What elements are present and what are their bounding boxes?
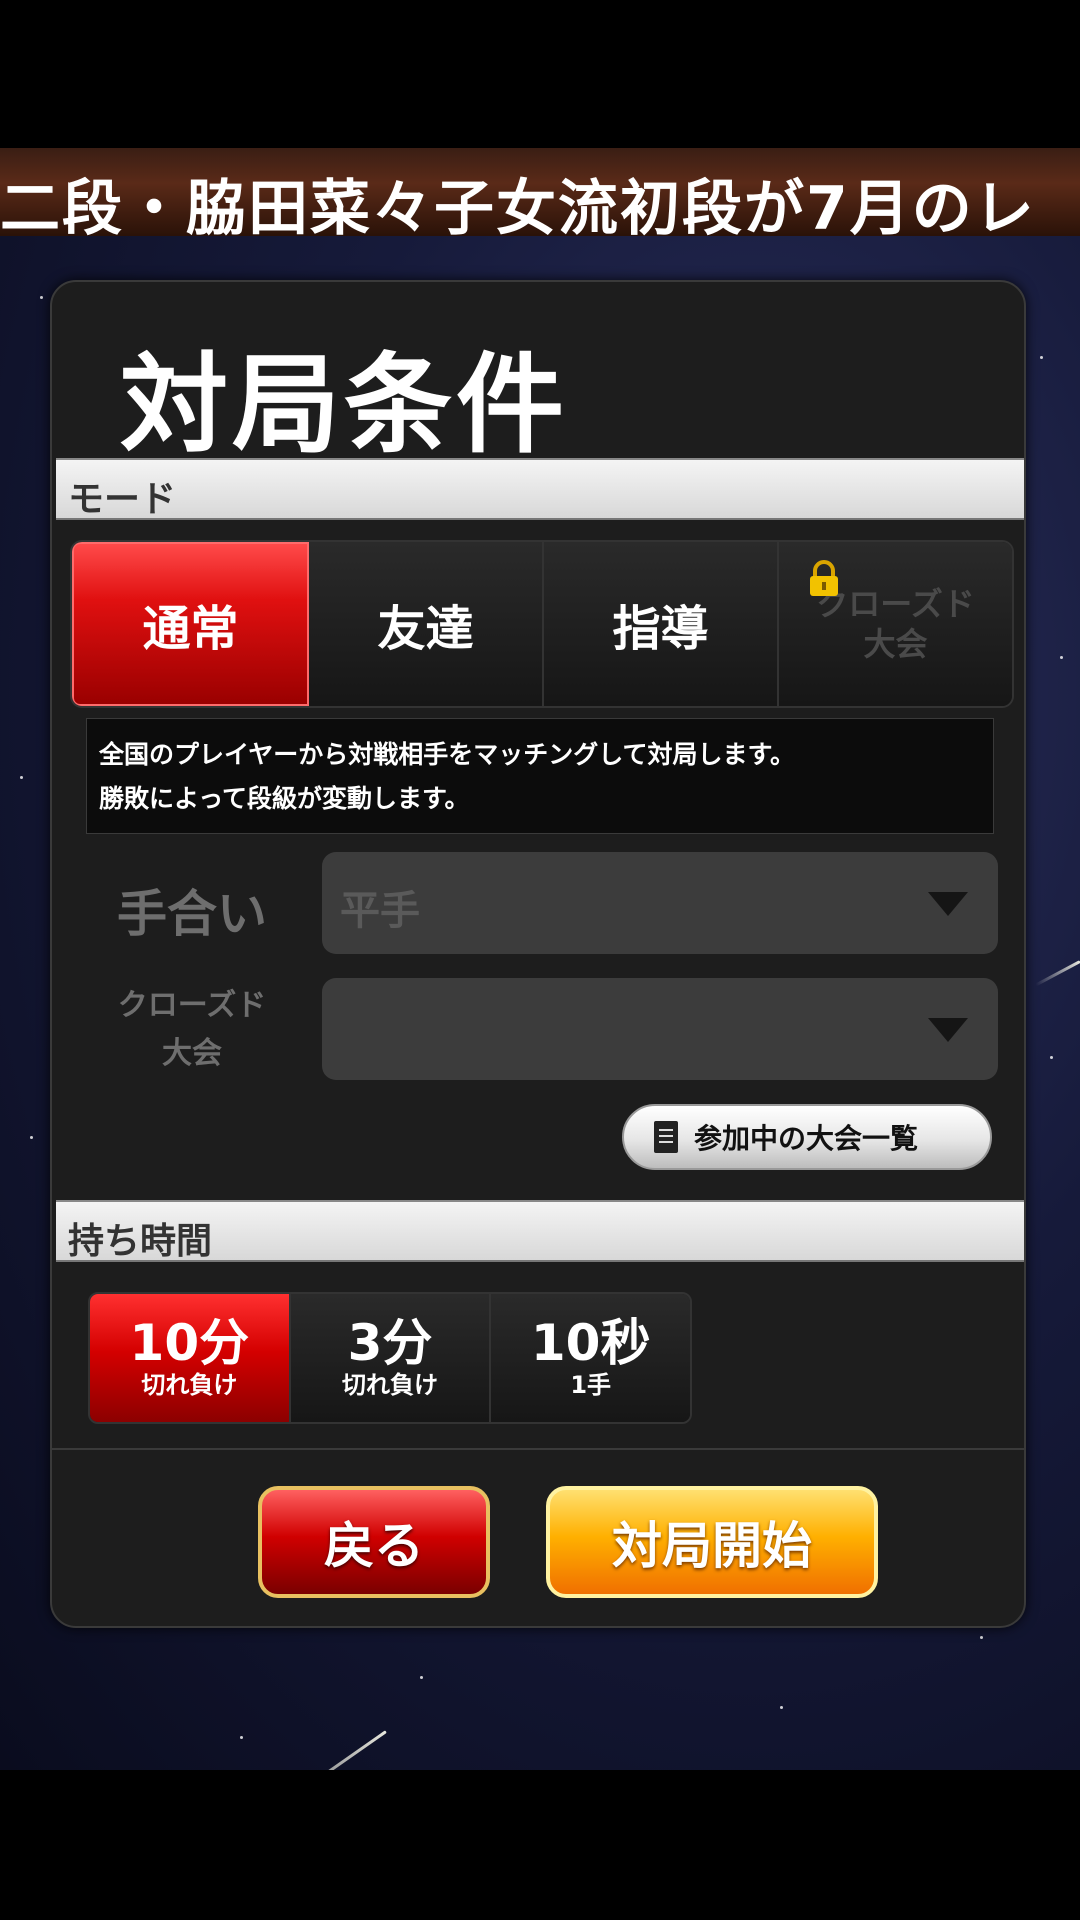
mode-friend-label: 友達 <box>377 601 474 657</box>
mode-friend-button[interactable]: 友達 <box>309 542 544 706</box>
time-option-main: 10分 <box>129 1314 250 1372</box>
closed-tournament-label: クローズド 大会 <box>92 982 292 1078</box>
news-ticker[interactable]: 二段・脇田菜々子女流初段が7月のレ <box>0 148 1080 236</box>
meteor-trail <box>1035 960 1080 987</box>
time-option-sub: 1手 <box>570 1371 612 1399</box>
time-option-sub: 切れ負け <box>342 1371 438 1399</box>
description-line: 勝敗によって段級が変動します。 <box>99 784 470 813</box>
closed-tournament-label-line1: クローズド <box>117 988 267 1023</box>
mode-closed-label-line2: 大会 <box>863 625 928 663</box>
handicap-value: 平手 <box>340 888 420 934</box>
mode-section-header: モード <box>56 458 1024 520</box>
handicap-select[interactable]: 平手 <box>322 852 998 954</box>
tournament-list-label: 参加中の大会一覧 <box>694 1122 919 1155</box>
time-section-label: 持ち時間 <box>68 1221 213 1262</box>
ticker-text: 二段・脇田菜々子女流初段が7月のレ <box>0 174 1036 236</box>
page-title: 対局条件 <box>120 343 569 468</box>
time-control-selector: 10分 切れ負け 3分 切れ負け 10秒 1手 <box>88 1292 692 1424</box>
mode-normal-label: 通常 <box>142 601 239 657</box>
tournament-list-button[interactable]: 参加中の大会一覧 <box>622 1104 992 1170</box>
back-button[interactable]: 戻る <box>258 1486 490 1598</box>
chevron-down-icon <box>928 1018 968 1042</box>
time-section-header: 持ち時間 <box>56 1200 1024 1262</box>
mode-lesson-button[interactable]: 指導 <box>544 542 779 706</box>
handicap-label: 手合い <box>117 885 267 943</box>
time-option-main: 10秒 <box>530 1314 651 1372</box>
match-conditions-panel: 対局条件 モード 通常 友達 指導 クローズド 大会 全国のプレイヤーから対戦相… <box>50 280 1026 1628</box>
closed-tournament-select[interactable] <box>322 978 998 1080</box>
divider <box>52 1448 1024 1450</box>
time-option-10sec[interactable]: 10秒 1手 <box>491 1294 690 1422</box>
closed-tournament-label-line2: 大会 <box>162 1036 222 1071</box>
lock-icon <box>810 560 838 596</box>
chevron-down-icon <box>928 892 968 916</box>
time-option-main: 3分 <box>347 1314 433 1372</box>
mode-normal-button[interactable]: 通常 <box>72 542 309 706</box>
description-line: 全国のプレイヤーから対戦相手をマッチングして対局します。 <box>99 740 796 769</box>
mode-description: 全国のプレイヤーから対戦相手をマッチングして対局します。 勝敗によって段級が変動… <box>86 718 994 834</box>
mode-closed-tournament-button[interactable]: クローズド 大会 <box>779 542 1012 706</box>
time-option-sub: 切れ負け <box>141 1371 238 1399</box>
time-option-10min[interactable]: 10分 切れ負け <box>90 1294 291 1422</box>
document-icon <box>654 1121 678 1153</box>
start-match-button[interactable]: 対局開始 <box>546 1486 878 1598</box>
mode-selector: 通常 友達 指導 クローズド 大会 <box>70 540 1014 708</box>
mode-section-label: モード <box>68 479 177 520</box>
meteor-trail <box>221 1730 387 1770</box>
time-option-3min[interactable]: 3分 切れ負け <box>290 1294 492 1422</box>
mode-lesson-label: 指導 <box>612 601 709 657</box>
